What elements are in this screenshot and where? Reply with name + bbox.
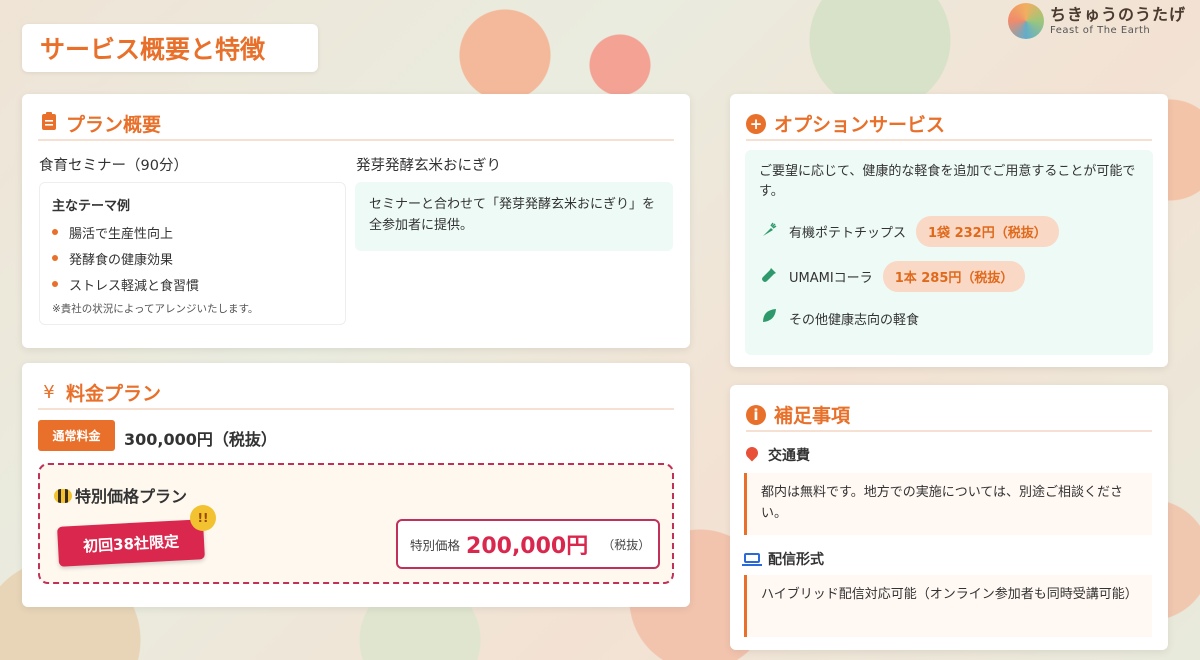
special-price-label: 特別価格 [410, 537, 461, 553]
options-heading: オプションサービス [774, 114, 946, 136]
options-box: ご要望に応じて、健康的な軽食を追加でご用意することが可能です。 有機ポテトチップ… [745, 150, 1153, 355]
option-price: 1本 285円（税抜） [882, 261, 1026, 292]
pricing-card: ¥ 料金プラン 通常料金 300,000円（税抜） 特別価格プラン 初回38社限… [22, 363, 690, 607]
notes-header: i 補足事項 [746, 399, 1152, 432]
clipboard-icon [38, 112, 60, 135]
option-price: 1袋 232円（税抜） [916, 216, 1059, 247]
option-item: その他健康志向の軽食 [759, 308, 929, 328]
special-plan-title-text: 特別価格プラン [75, 487, 188, 506]
page-title-box: サービス概要と特徴 [22, 24, 318, 72]
options-header: + オプションサービス [746, 108, 1152, 141]
list-item: 腸活で生産性向上 [52, 223, 333, 242]
list-item: 発酵食の健康効果 [52, 249, 333, 268]
limited-offer-badge: 初回38社限定 [57, 519, 205, 567]
delivery-title: 配信形式 [768, 552, 824, 568]
special-plan-box: 特別価格プラン 初回38社限定 !! 特別価格 200,000円 （税抜） [38, 463, 674, 584]
pricing-header: ¥ 料金プラン [38, 377, 674, 410]
arrange-note: ※貴社の状況によってアレンジいたします。 [52, 303, 259, 315]
page-title: サービス概要と特徴 [40, 35, 266, 64]
pricing-heading: 料金プラン [66, 383, 162, 405]
info-circle-icon: i [746, 404, 766, 425]
themes-list: 腸活で生産性向上 発酵食の健康効果 ストレス軽減と食習慣 [52, 223, 333, 294]
transport-title: 交通費 [768, 448, 810, 464]
transport-text: 都内は無料です。地方での実施については、別途ご相談ください。 [744, 473, 1152, 535]
special-price-box: 特別価格 200,000円 （税抜） [396, 519, 660, 569]
seminar-title: 食育セミナー（90分） [39, 158, 188, 174]
laptop-icon [742, 553, 762, 566]
yen-icon: ¥ [43, 382, 55, 403]
normal-price: 300,000円（税抜） [124, 430, 277, 449]
plus-circle-icon: + [746, 113, 766, 134]
themes-box: 主なテーマ例 腸活で生産性向上 発酵食の健康効果 ストレス軽減と食習慣 ※貴社の… [39, 182, 346, 325]
option-item: UMAMIコーラ 1本 285円（税抜） [759, 261, 1026, 292]
special-plan-title: 特別価格プラン [54, 483, 187, 507]
logo-mark-icon [1008, 3, 1044, 39]
special-price-tax: （税抜） [602, 537, 651, 552]
plan-card: プラン概要 食育セミナー（90分） 発芽発酵玄米おにぎり 主なテーマ例 腸活で生… [22, 94, 690, 348]
exclamation-badge-icon: !! [190, 505, 216, 531]
delivery-text: ハイブリッド配信対応可能（オンライン参加者も同時受講可能） [744, 575, 1152, 637]
plan-header: プラン概要 [38, 108, 674, 141]
onigiri-description: セミナーと合わせて「発芽発酵玄米おにぎり」を全参加者に提供。 [355, 182, 673, 251]
logo-jp: ちきゅうのうたげ [1050, 4, 1187, 24]
logo-en: Feast of The Earth [1050, 24, 1151, 36]
map-pin-icon [743, 444, 761, 462]
bottle-icon [759, 267, 779, 287]
themes-heading: 主なテーマ例 [52, 199, 131, 214]
delivery-heading: 配信形式 [742, 549, 824, 569]
logo: ちきゅうのうたげ Feast of The Earth [1008, 2, 1198, 40]
carrot-icon [759, 222, 779, 242]
option-name: UMAMIコーラ [789, 271, 873, 286]
normal-price-tag: 通常料金 [38, 420, 115, 451]
option-name: その他健康志向の軽食 [789, 312, 920, 328]
notes-card: i 補足事項 交通費 都内は無料です。地方での実施については、別途ご相談ください… [730, 385, 1168, 650]
notes-heading: 補足事項 [774, 405, 851, 427]
options-card: + オプションサービス ご要望に応じて、健康的な軽食を追加でご用意することが可能… [730, 94, 1168, 367]
option-name: 有機ポテトチップス [789, 226, 907, 241]
option-item: 有機ポテトチップス 1袋 232円（税抜） [759, 216, 1059, 247]
onigiri-title: 発芽発酵玄米おにぎり [356, 158, 501, 174]
special-price-amount: 200,000円 [466, 534, 589, 559]
leaf-icon [759, 308, 779, 328]
options-description: ご要望に応じて、健康的な軽食を追加でご用意することが可能です。 [759, 164, 1136, 199]
transport-heading: 交通費 [743, 444, 810, 465]
bee-icon [54, 489, 72, 503]
plan-heading: プラン概要 [66, 114, 162, 136]
list-item: ストレス軽減と食習慣 [52, 275, 333, 294]
